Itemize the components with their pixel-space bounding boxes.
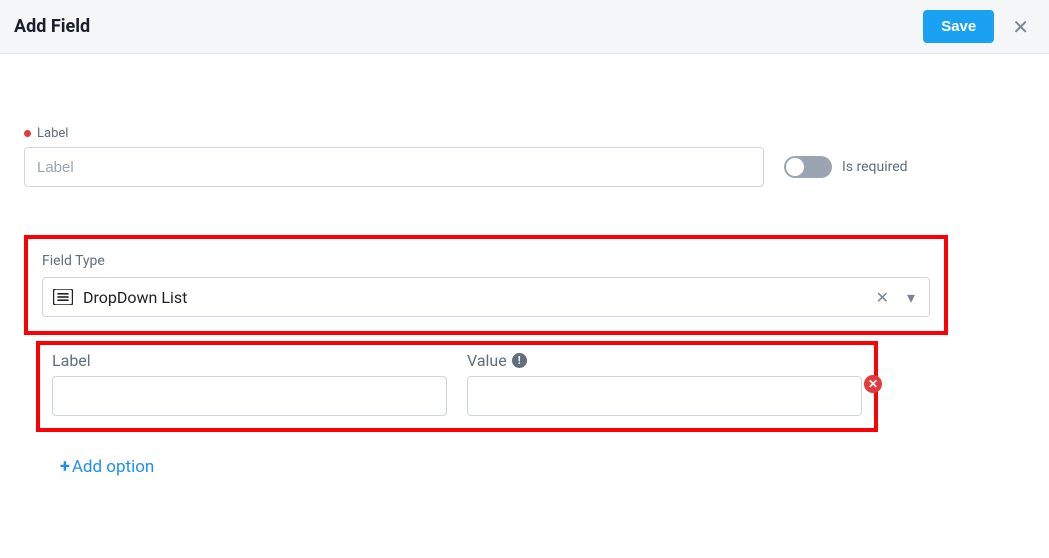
options-section: Label Value ! [36,341,878,432]
option-label-header: Label [52,351,447,370]
field-type-label: Field Type [42,253,930,269]
is-required-toggle[interactable] [784,156,832,178]
field-type-selected-text: DropDown List [83,288,862,307]
close-icon[interactable]: ✕ [1006,15,1035,39]
field-type-select[interactable]: DropDown List ✕ ▾ [42,277,930,317]
option-value-input[interactable] [467,376,862,416]
header-actions: Save ✕ [923,10,1035,43]
save-button[interactable]: Save [923,10,994,43]
option-label-input[interactable] [52,376,447,416]
remove-icon: ✕ [868,378,878,390]
info-icon[interactable]: ! [512,353,527,368]
add-option-label: Add option [72,457,155,477]
label-text: Label [37,126,68,141]
plus-icon: + [60,456,70,477]
option-value-header-text: Value [467,351,507,370]
label-column: Label [24,126,764,187]
label-input[interactable] [24,147,764,187]
label-field-label: Label [24,126,764,141]
options-grid: Label Value ! [52,351,862,416]
add-option-button[interactable]: + Add option [60,456,154,477]
dropdown-list-icon [53,289,73,305]
option-value-header: Value ! [467,351,862,370]
label-row: Label Is required [24,126,1025,187]
is-required-label: Is required [842,159,908,175]
remove-option-button[interactable]: ✕ [864,375,882,393]
required-toggle-group: Is required [784,156,908,178]
dialog-header: Add Field Save ✕ [0,0,1049,54]
dialog-title: Add Field [14,16,90,37]
required-indicator-icon [24,130,31,137]
field-type-section: Field Type DropDown List ✕ ▾ [24,235,948,335]
toggle-thumb-icon [786,158,804,176]
chevron-down-icon[interactable]: ▾ [903,288,919,307]
option-label-header-text: Label [52,351,91,370]
dialog-body: Label Is required Field Type DropDown Li… [0,54,1049,477]
clear-selection-icon[interactable]: ✕ [872,288,893,307]
